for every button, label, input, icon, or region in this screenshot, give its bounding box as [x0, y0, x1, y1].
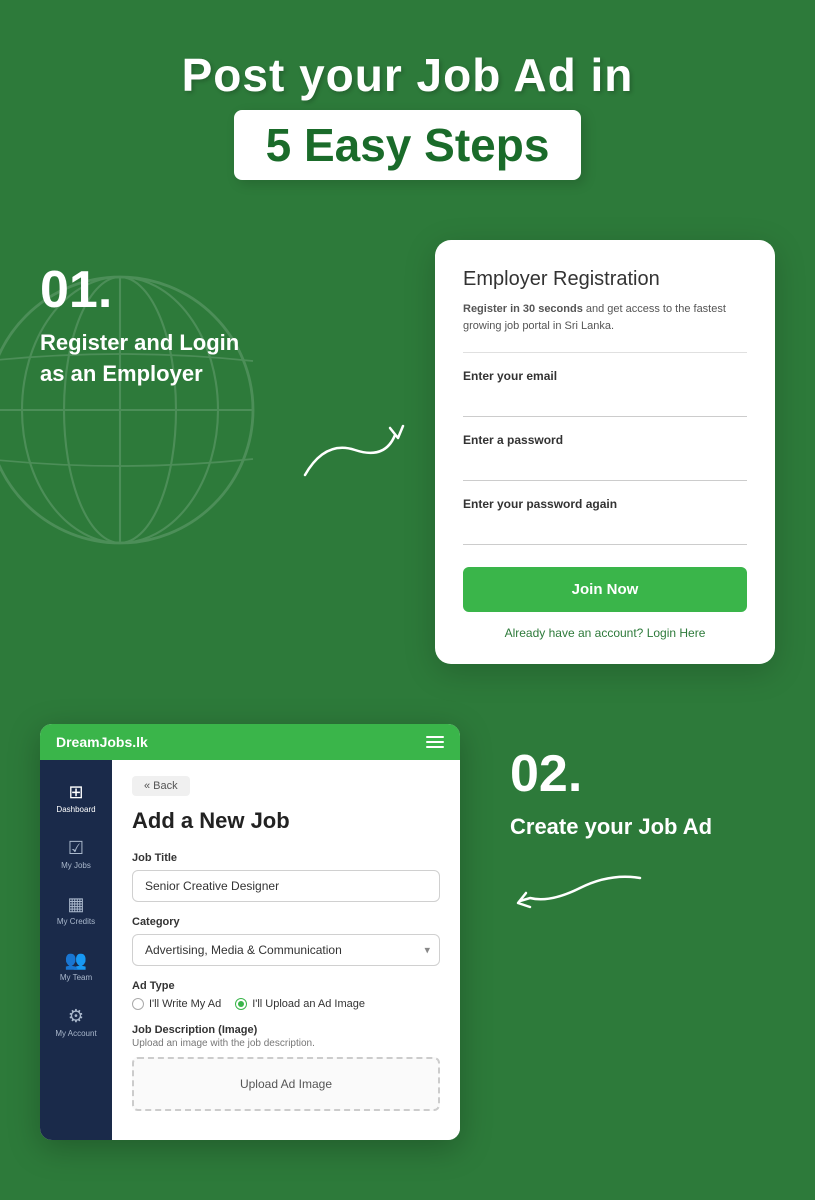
- header-section: Post your Job Ad in 5 Easy Steps: [0, 0, 815, 210]
- sidebar-label-myteam: My Team: [60, 973, 92, 982]
- dashboard-card: DreamJobs.lk ⊞ Dashboard ☑ My Jobs: [40, 724, 460, 1140]
- sidebar-item-mycredits[interactable]: ▦ My Credits: [40, 884, 112, 936]
- title-badge: 5 Easy Steps: [234, 110, 582, 180]
- back-button[interactable]: « Back: [132, 776, 190, 796]
- hamburger-line2: [426, 741, 444, 743]
- title-line1: Post your Job Ad in: [40, 48, 775, 102]
- radio-write-ad[interactable]: I'll Write My Ad: [132, 998, 221, 1010]
- globe-decoration: [0, 270, 260, 550]
- login-link[interactable]: Already have an account? Login Here: [463, 626, 747, 640]
- job-desc-label: Job Description (Image): [132, 1024, 440, 1036]
- hamburger-button[interactable]: [426, 736, 444, 748]
- upload-area[interactable]: Upload Ad Image: [132, 1057, 440, 1111]
- step2-arrow: [510, 863, 650, 923]
- myteam-icon: 👥: [65, 950, 87, 971]
- hamburger-line3: [426, 746, 444, 748]
- category-select[interactable]: Advertising, Media & Communication: [132, 934, 440, 966]
- dash-content: « Back Add a New Job Job Title Category …: [112, 760, 460, 1140]
- join-now-button[interactable]: Join Now: [463, 567, 747, 612]
- password-confirm-input[interactable]: [463, 517, 747, 545]
- sidebar-item-myjobs[interactable]: ☑ My Jobs: [40, 828, 112, 880]
- reg-title: Employer Registration: [463, 268, 747, 291]
- radio-dot-upload: [235, 998, 247, 1010]
- sidebar-item-dashboard[interactable]: ⊞ Dashboard: [40, 772, 112, 824]
- password-label: Enter a password: [463, 433, 747, 447]
- sidebar-label-dashboard: Dashboard: [56, 805, 95, 814]
- step2-section: DreamJobs.lk ⊞ Dashboard ☑ My Jobs: [0, 704, 815, 1180]
- sidebar-item-myteam[interactable]: 👥 My Team: [40, 940, 112, 992]
- sidebar-label-mycredits: My Credits: [57, 917, 95, 926]
- step2-right: 02. Create your Job Ad: [480, 724, 775, 928]
- job-title-input[interactable]: [132, 870, 440, 902]
- sidebar-label-myaccount: My Account: [55, 1029, 96, 1038]
- myjobs-icon: ☑: [68, 838, 84, 859]
- dashboard-icon: ⊞: [68, 782, 83, 803]
- email-input[interactable]: [463, 389, 747, 417]
- password-confirm-label: Enter your password again: [463, 497, 747, 511]
- registration-card: Employer Registration Register in 30 sec…: [435, 240, 775, 664]
- upload-text: Upload Ad Image: [240, 1077, 332, 1091]
- dash-sidebar: ⊞ Dashboard ☑ My Jobs ▦ My Credits 👥 My …: [40, 760, 112, 1140]
- myaccount-icon: ⚙: [68, 1006, 84, 1027]
- job-desc-sublabel: Upload an image with the job description…: [132, 1038, 440, 1049]
- dash-body: ⊞ Dashboard ☑ My Jobs ▦ My Credits 👥 My …: [40, 760, 460, 1140]
- step2-number: 02.: [510, 744, 775, 804]
- radio-upload-ad[interactable]: I'll Upload an Ad Image: [235, 998, 365, 1010]
- dash-header: DreamJobs.lk: [40, 724, 460, 760]
- category-select-wrapper: Advertising, Media & Communication: [132, 934, 440, 966]
- email-label: Enter your email: [463, 369, 747, 383]
- step1-section: 01. Register and Login as an Employer Em…: [0, 210, 815, 704]
- hamburger-line1: [426, 736, 444, 738]
- mycredits-icon: ▦: [67, 894, 84, 915]
- ad-type-label: Ad Type: [132, 980, 440, 992]
- ad-type-radio-group: I'll Write My Ad I'll Upload an Ad Image: [132, 998, 440, 1010]
- reg-subtitle: Register in 30 seconds and get access to…: [463, 301, 747, 334]
- form-page-title: Add a New Job: [132, 808, 440, 834]
- step2-description: Create your Job Ad: [510, 812, 775, 843]
- job-title-label: Job Title: [132, 852, 440, 864]
- reg-divider: [463, 352, 747, 353]
- sidebar-label-myjobs: My Jobs: [61, 861, 91, 870]
- radio-dot-write: [132, 998, 144, 1010]
- sidebar-item-myaccount[interactable]: ⚙ My Account: [40, 996, 112, 1048]
- password-input[interactable]: [463, 453, 747, 481]
- category-label: Category: [132, 916, 440, 928]
- dash-logo: DreamJobs.lk: [56, 734, 148, 750]
